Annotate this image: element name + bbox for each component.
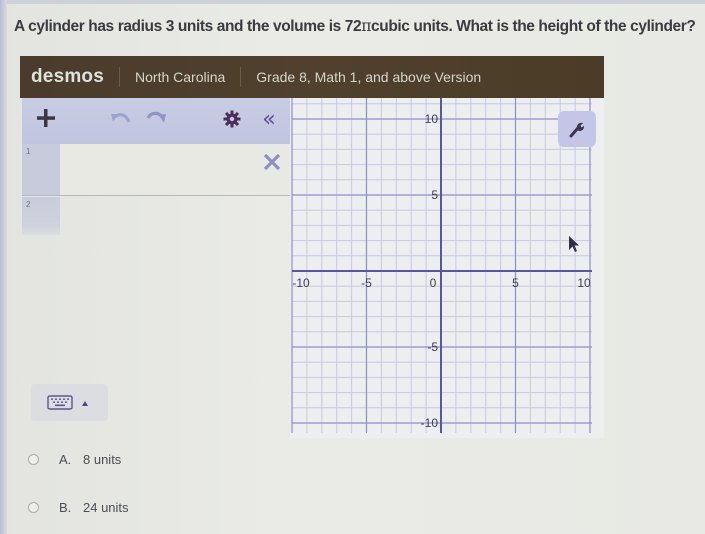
expression-input[interactable] (60, 144, 290, 195)
undo-button[interactable] (108, 108, 132, 128)
radio-button[interactable] (28, 454, 39, 465)
top-edge (0, 0, 705, 4)
collapse-panel-button[interactable]: « (258, 106, 280, 132)
header-divider (240, 67, 242, 87)
y-tick-label: 5 (431, 188, 438, 202)
redo-button[interactable] (145, 108, 169, 128)
expression-row[interactable]: 1 (22, 144, 290, 196)
question-text: A cylinder has radius 3 units and the vo… (14, 17, 696, 36)
double-chevron-left-icon: « (262, 106, 276, 132)
desmos-logo: desmos (31, 66, 105, 87)
graph-settings-button[interactable] (558, 111, 596, 147)
answer-choice-a[interactable]: A. 8 units (28, 452, 121, 467)
x-tick-label: 10 (577, 276, 591, 290)
answer-letter: B. (59, 500, 72, 515)
gear-icon (223, 110, 241, 128)
screen: A cylinder has radius 3 units and the vo… (0, 0, 705, 534)
answer-letter: A. (59, 452, 72, 467)
x-tick-label: -5 (361, 276, 372, 290)
expression-panel: « 1 2 (22, 98, 290, 428)
x-tick-label: 5 (512, 276, 519, 290)
expression-toolbar: « (22, 98, 290, 144)
state-label: North Carolina (135, 69, 226, 85)
x-tick-label: -10 (292, 276, 310, 290)
y-tick-label: 10 (425, 112, 439, 126)
pi-symbol: π (361, 17, 372, 35)
undo-icon (111, 113, 131, 123)
expression-input[interactable] (60, 197, 290, 233)
add-expression-button[interactable] (34, 106, 58, 130)
wrench-icon (569, 122, 585, 138)
y-tick-label: -10 (421, 416, 439, 430)
keypad-toggle-button[interactable] (31, 384, 108, 421)
question-prefix: A cylinder has radius 3 units and the vo… (14, 18, 362, 35)
answer-text: 24 units (83, 500, 129, 515)
radio-button[interactable] (28, 502, 39, 513)
expression-row[interactable]: 2 (22, 197, 290, 235)
answer-text: 8 units (83, 452, 122, 467)
header-divider (119, 67, 121, 87)
answer-choice-b[interactable]: B. 24 units (28, 500, 129, 515)
version-label: Grade 8, Math 1, and above Version (256, 69, 482, 85)
question-suffix: cubic units. What is the height of the c… (371, 18, 696, 35)
graph-canvas[interactable]: -10 -5 0 5 10 10 5 -5 -10 (290, 98, 604, 438)
keyboard-icon (47, 394, 88, 410)
x-tick-label: 0 (430, 276, 437, 290)
expression-index: 2 (22, 197, 60, 235)
settings-button[interactable] (222, 109, 242, 129)
expression-index: 1 (22, 144, 60, 195)
y-tick-label: -5 (427, 340, 438, 354)
desmos-header: desmos North Carolina Grade 8, Math 1, a… (20, 56, 604, 98)
plus-icon (37, 109, 55, 127)
close-icon (263, 153, 281, 171)
caret-up-icon (82, 400, 88, 406)
redo-icon (146, 111, 166, 123)
delete-expression-button[interactable] (262, 152, 282, 172)
left-edge (0, 0, 7, 534)
graph-paper[interactable]: -10 -5 0 5 10 10 5 -5 -10 (290, 98, 604, 438)
